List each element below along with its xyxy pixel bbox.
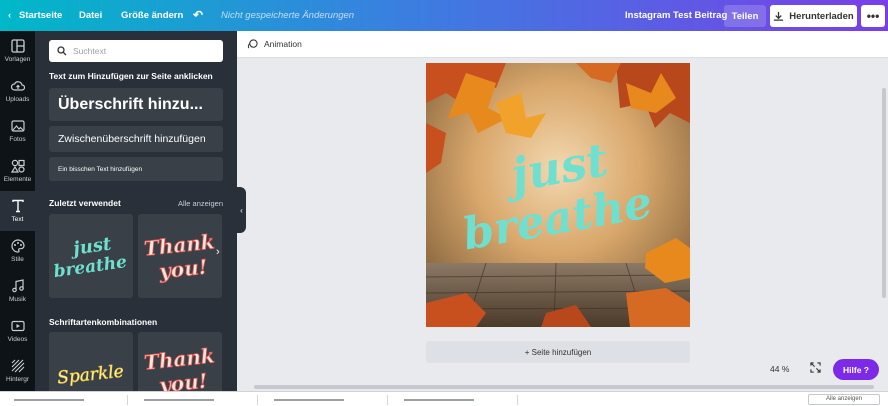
rail-item-elements[interactable]: Elemente <box>0 151 35 191</box>
rail-label: Vorlagen <box>4 56 31 63</box>
combo-template-thank-you[interactable]: Thank you! <box>138 332 222 391</box>
more-options-button[interactable]: ••• <box>861 5 885 27</box>
preview-line-2: you! <box>157 369 209 391</box>
recent-template-thank-you[interactable]: Thank you! <box>138 214 222 298</box>
rail-item-styles[interactable]: Stile <box>0 231 35 271</box>
rail-item-videos[interactable]: Videos <box>0 311 35 351</box>
preview-line-1: Sparkle <box>56 362 124 389</box>
top-bar: ‹ Startseite Datei Größe ändern ↶ Nicht … <box>0 0 888 31</box>
rail-label: Musik <box>9 296 26 303</box>
horizontal-scrollbar[interactable] <box>246 383 888 391</box>
download-item[interactable] <box>260 395 388 405</box>
combo-template-sparkle[interactable]: Sparkle <box>49 332 133 391</box>
rail-item-photos[interactable]: Fotos <box>0 111 35 151</box>
back-chevron-icon[interactable]: ‹ <box>8 10 11 21</box>
share-button[interactable]: Teilen <box>724 5 766 27</box>
unsaved-status: Nicht gespeicherte Änderungen <box>221 10 355 21</box>
see-all-link[interactable]: Alle anzeigen <box>178 199 223 208</box>
help-button[interactable]: Hilfe ? <box>833 359 879 380</box>
photo-icon <box>10 120 25 132</box>
music-icon <box>11 279 24 293</box>
text-preview: just breathe <box>52 233 128 282</box>
rail-item-uploads[interactable]: Uploads <box>0 71 35 111</box>
preview-line-2: you! <box>157 255 209 284</box>
text-preview: Thank you! <box>142 343 216 391</box>
rail-label: Elemente <box>3 176 32 183</box>
text-preview: Thank you! <box>142 229 216 284</box>
search-icon <box>57 46 67 56</box>
search-placeholder: Suchtext <box>73 46 107 56</box>
search-input[interactable]: Suchtext <box>49 40 223 62</box>
shapes-icon <box>10 159 25 173</box>
vertical-scrollbar[interactable] <box>881 58 888 383</box>
add-text-heading: Text zum Hinzufügen zur Seite anklicken <box>49 71 213 81</box>
download-item[interactable] <box>0 395 128 405</box>
rail-label: Uploads <box>5 96 30 103</box>
video-icon <box>10 320 25 332</box>
add-body-text-button[interactable]: Ein bisschen Text hinzufügen <box>49 157 223 181</box>
add-page-button[interactable]: + Seite hinzufügen <box>426 341 690 363</box>
canvas-artwork: just breathe <box>426 63 690 327</box>
download-icon <box>774 11 784 21</box>
animation-icon[interactable] <box>247 38 258 50</box>
text-preview: Sparkle <box>56 361 125 389</box>
rail-label: Text <box>11 216 24 223</box>
chevron-right-icon[interactable]: › <box>216 246 220 258</box>
rail-item-music[interactable]: Musik <box>0 271 35 311</box>
undo-icon[interactable]: ↶ <box>193 8 203 22</box>
rail-item-background[interactable]: Hintergr <box>0 351 35 391</box>
resize-menu[interactable]: Größe ändern <box>121 10 183 21</box>
fullscreen-icon[interactable] <box>810 362 821 376</box>
palette-icon <box>10 239 25 253</box>
background-icon <box>11 359 24 373</box>
recent-template-just-breathe[interactable]: just breathe <box>49 214 133 298</box>
collapse-panel-button[interactable]: ‹ <box>237 187 246 233</box>
design-title[interactable]: Instagram Test Beitrag <box>625 10 727 21</box>
show-all-downloads-button[interactable]: Alle anzeigen <box>808 394 880 405</box>
text-panel: Suchtext Text zum Hinzufügen zur Seite a… <box>35 31 237 391</box>
side-rail: Vorlagen Uploads Fotos Elemente Text Sti… <box>0 31 35 391</box>
preview-line-2: breathe <box>52 252 128 282</box>
file-menu[interactable]: Datei <box>79 10 102 21</box>
download-button[interactable]: Herunterladen <box>770 5 857 27</box>
rail-label: Videos <box>7 336 28 343</box>
download-label: Herunterladen <box>789 10 854 22</box>
layout-icon <box>10 39 25 53</box>
design-canvas[interactable]: just breathe <box>426 63 690 327</box>
recent-heading: Zuletzt verwendet <box>49 198 121 208</box>
rail-item-templates[interactable]: Vorlagen <box>0 31 35 71</box>
rail-label: Fotos <box>9 136 26 143</box>
rail-label: Hintergr <box>5 376 30 383</box>
rail-label: Stile <box>11 256 24 263</box>
text-icon <box>11 199 24 213</box>
home-link[interactable]: Startseite <box>19 10 62 21</box>
cloud-upload-icon <box>10 81 25 91</box>
editor-toolbar: Animation <box>237 31 888 58</box>
download-item[interactable] <box>130 395 258 405</box>
downloads-bar: Alle anzeigen <box>0 391 888 406</box>
font-combos-heading: Schriftartenkombinationen <box>49 317 158 327</box>
animation-button[interactable]: Animation <box>264 39 302 49</box>
download-item[interactable] <box>390 395 518 405</box>
rail-item-text[interactable]: Text <box>0 191 35 231</box>
add-heading-button[interactable]: Überschrift hinzu... <box>49 88 223 121</box>
add-subheading-button[interactable]: Zwischenüberschrift hinzufügen <box>49 126 223 152</box>
zoom-level[interactable]: 44 % <box>770 364 789 374</box>
